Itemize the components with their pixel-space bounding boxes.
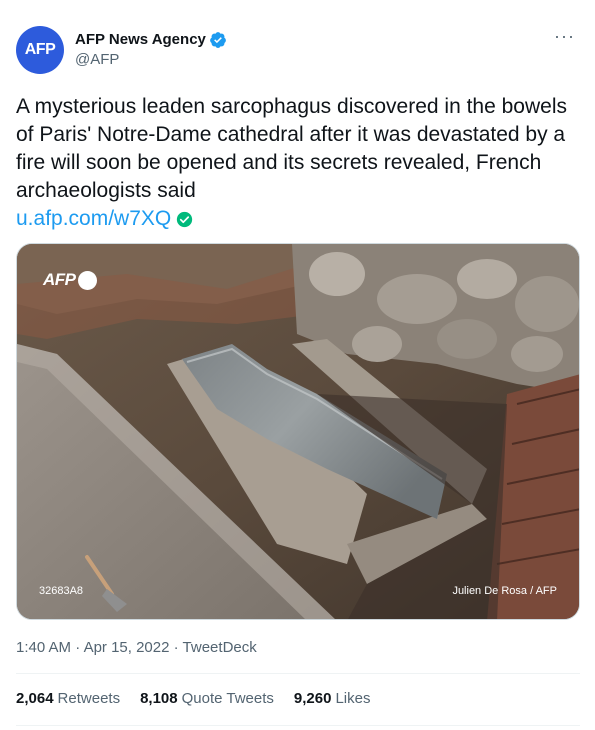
author-name[interactable]: AFP News Agency xyxy=(75,30,227,50)
avatar[interactable]: AFP xyxy=(16,26,64,74)
tweet-body: A mysterious leaden sarcophagus discover… xyxy=(16,93,576,233)
tweet-source[interactable]: TweetDeck xyxy=(183,639,257,656)
likes-count: 9,260 xyxy=(293,690,332,707)
sarcophagus-photo xyxy=(17,244,579,619)
avatar-text: AFP xyxy=(24,41,56,58)
photo-credit: Julien De Rosa / AFP xyxy=(452,585,557,597)
afp-photo-logo: AFP xyxy=(43,270,97,290)
author-handle[interactable]: @AFP xyxy=(75,50,227,70)
author-info: AFP News Agency @AFP xyxy=(75,30,227,70)
quote-tweets-count: 8,108 xyxy=(140,690,178,707)
tweet-header: AFP AFP News Agency @AFP ··· xyxy=(16,26,581,76)
tweet-link-line: u.afp.com/w7XQ xyxy=(16,205,576,233)
photo-id: 32683A8 xyxy=(39,585,84,597)
photo-logo-text: AFP xyxy=(43,270,76,289)
tweet-photo[interactable]: AFP 32683A8 Julien De Rosa / AFP xyxy=(16,243,580,620)
meta-separator: · xyxy=(173,639,179,656)
verified-badge-icon xyxy=(210,32,226,48)
retweets-stat[interactable]: 2,064 Retweets xyxy=(16,689,120,709)
safe-link-check-icon xyxy=(177,211,193,227)
likes-stat[interactable]: 9,260 Likes xyxy=(294,689,371,709)
quote-tweets-stat[interactable]: 8,108 Quote Tweets xyxy=(140,689,274,709)
tweet-stats: 2,064 Retweets 8,108 Quote Tweets 9,260 Lik… xyxy=(16,689,390,709)
divider xyxy=(16,673,580,674)
tweet-link[interactable]: u.afp.com/w7XQ xyxy=(16,205,171,233)
quote-tweets-label: Quote Tweets xyxy=(181,690,274,707)
more-options-icon[interactable]: ··· xyxy=(554,27,575,45)
tweet-timestamp: 1:40 AM · Apr 15, 2022 · TweetDeck xyxy=(16,638,257,658)
tweet-date[interactable]: Apr 15, 2022 xyxy=(84,639,170,656)
likes-label: Likes xyxy=(335,690,371,707)
meta-separator: · xyxy=(75,639,81,656)
retweets-count: 2,064 xyxy=(16,690,54,707)
divider xyxy=(16,725,580,726)
photo-logo-dot xyxy=(77,270,97,290)
retweets-label: Retweets xyxy=(57,690,121,707)
tweet-text: A mysterious leaden sarcophagus discover… xyxy=(16,95,567,202)
author-name-text: AFP News Agency xyxy=(75,31,206,48)
tweet-time[interactable]: 1:40 AM xyxy=(16,639,71,656)
